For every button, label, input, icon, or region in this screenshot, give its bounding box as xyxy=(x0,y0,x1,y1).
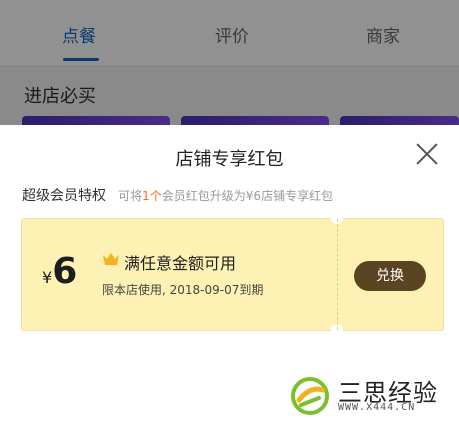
watermark-url: WWW.X444.CN xyxy=(338,402,416,413)
watermark: 三思经验 WWW.X444.CN xyxy=(284,367,452,423)
currency-symbol: ¥ xyxy=(42,268,53,287)
crown-icon xyxy=(103,253,119,265)
privilege-title: 超级会员特权 xyxy=(22,188,106,204)
tab-bar: 点餐 评价 商家 xyxy=(0,0,459,67)
privilege-desc-prefix: 可将 xyxy=(118,189,143,203)
active-tab-indicator xyxy=(63,58,99,61)
sheet-title: 店铺专享红包 xyxy=(175,149,284,170)
tab-reviews[interactable]: 评价 xyxy=(215,22,249,47)
coupon-condition: 满任意金额可用 xyxy=(124,254,237,273)
privilege-row: 超级会员特权 可将1个会员红包升级为¥6店铺专享红包 xyxy=(22,185,333,205)
coupon-amount: ¥6 xyxy=(42,251,77,292)
coupon-card: ¥6 满任意金额可用 限本店使用, 2018-09-07到期 兑换 xyxy=(21,212,444,336)
tab-merchant[interactable]: 商家 xyxy=(366,22,400,47)
coupon-validity: 限本店使用, 2018-09-07到期 xyxy=(102,283,264,297)
amount-value: 6 xyxy=(52,251,78,292)
privilege-count: 1个 xyxy=(142,189,162,203)
section-title: 进店必买 xyxy=(24,86,96,107)
coupon-divider xyxy=(337,219,338,330)
privilege-desc-suffix: 会员红包升级为¥6店铺专享红包 xyxy=(161,189,334,203)
close-icon[interactable] xyxy=(415,142,439,166)
redeem-button[interactable]: 兑换 xyxy=(354,261,426,291)
watermark-logo-icon xyxy=(291,377,329,415)
background-page: 点餐 评价 商家 进店必买 xyxy=(0,0,459,130)
tab-order[interactable]: 点餐 xyxy=(62,22,96,47)
privilege-desc: 可将1个会员红包升级为¥6店铺专享红包 xyxy=(118,189,333,203)
